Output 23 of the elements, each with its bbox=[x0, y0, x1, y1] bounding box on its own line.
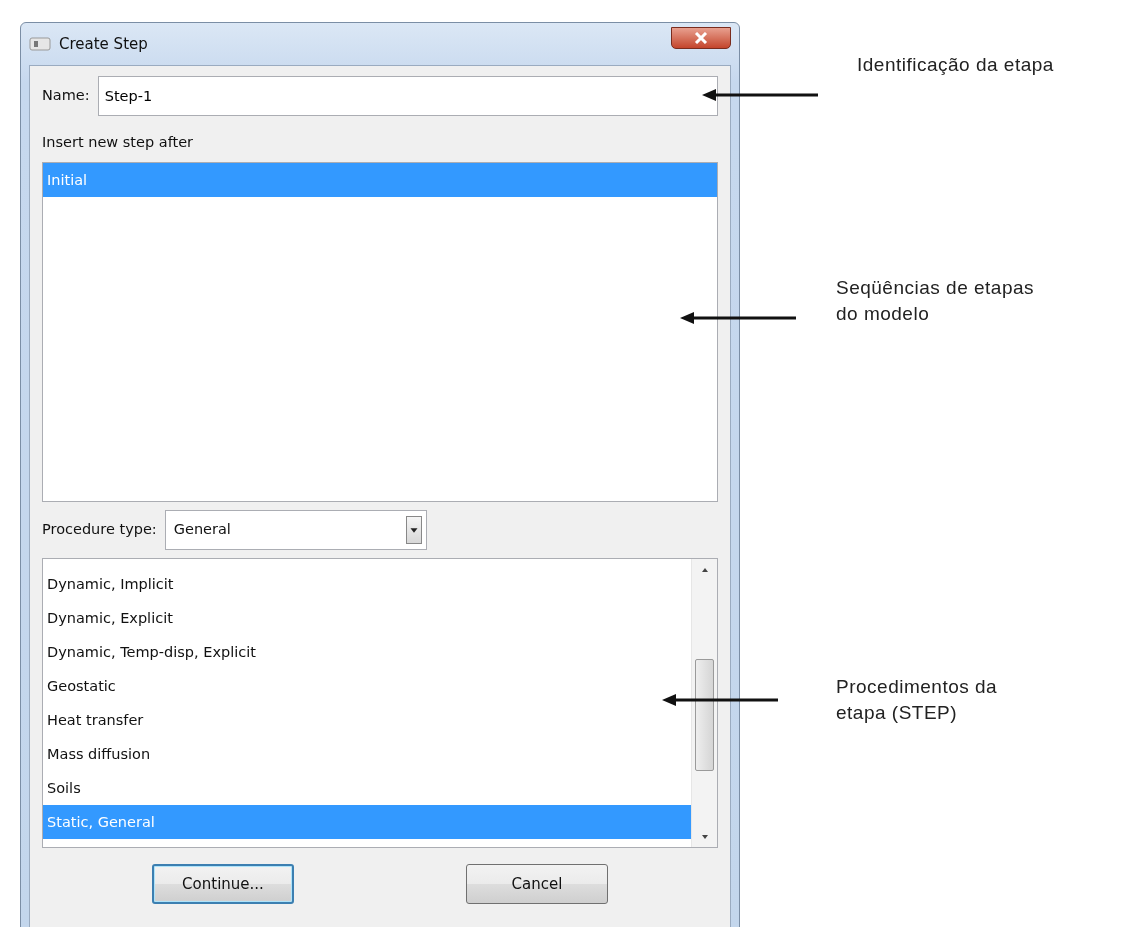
list-item[interactable]: Mass diffusion bbox=[43, 736, 691, 771]
annotation-text: Identificação da etapa bbox=[857, 53, 1054, 77]
list-item[interactable]: Soils bbox=[43, 770, 691, 805]
window-icon bbox=[29, 37, 51, 51]
list-item[interactable]: Geostatic bbox=[43, 668, 691, 703]
list-item[interactable]: Dynamic, Implicit bbox=[43, 566, 691, 601]
list-label: Insert new step after bbox=[42, 133, 195, 152]
window-title: Create Step bbox=[59, 33, 148, 55]
list-item[interactable]: Dynamic, Explicit bbox=[43, 600, 691, 635]
annotation-text: Procedimentos da etapa (STEP) bbox=[836, 674, 999, 726]
list-item[interactable]: Dynamic, Temp-disp, Explicit bbox=[43, 634, 691, 669]
scroll-thumb[interactable] bbox=[695, 658, 714, 771]
name-field[interactable]: Step-1 bbox=[97, 76, 718, 116]
field-label: Procedure type: bbox=[42, 519, 157, 539]
field-label: Name: bbox=[42, 86, 90, 106]
continue-button[interactable]: Continue... bbox=[152, 863, 294, 904]
cancel-button[interactable]: Cancel bbox=[466, 863, 608, 904]
close-button[interactable] bbox=[671, 27, 731, 49]
procedure-type-dropdown[interactable]: General bbox=[164, 509, 427, 550]
scrollbar[interactable] bbox=[691, 558, 717, 847]
list-item[interactable]: Heat transfer bbox=[43, 702, 691, 737]
annotation-text: Seqüências de etapas do modelo bbox=[836, 275, 1036, 327]
close-icon bbox=[694, 32, 708, 44]
